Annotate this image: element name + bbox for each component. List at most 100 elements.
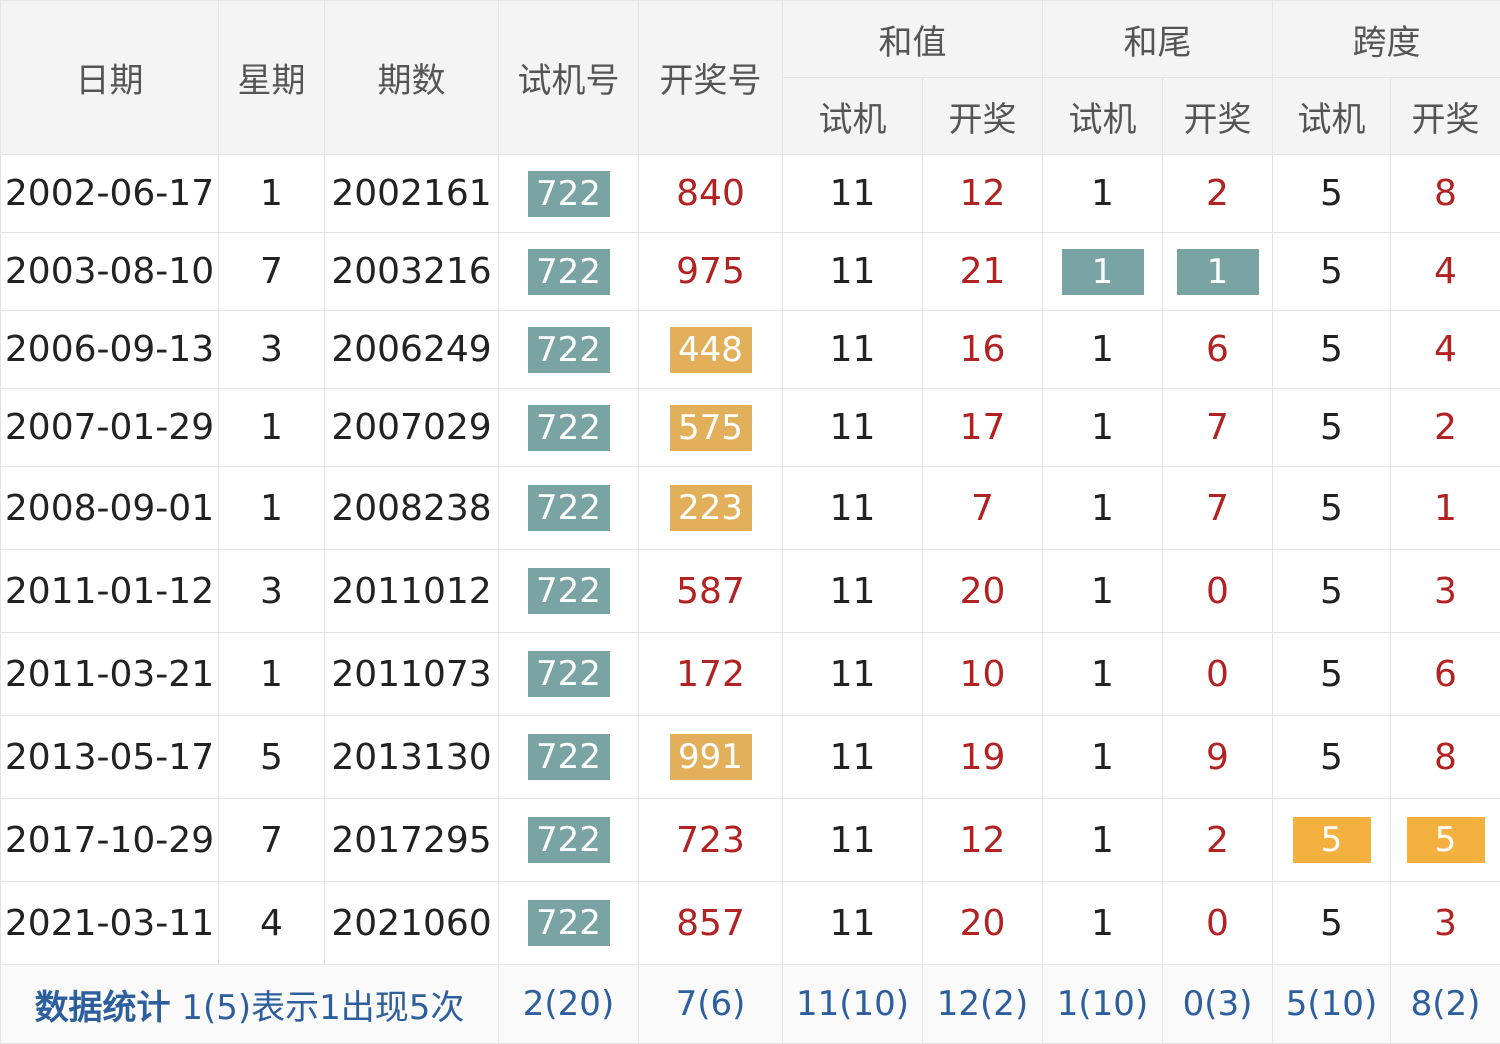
cell-tail-draw: 2: [1162, 798, 1273, 882]
stat-sum-trial: 11(10): [782, 964, 923, 1044]
cell-sum-draw: 17: [922, 388, 1043, 467]
cell-span-trial: 5: [1272, 632, 1391, 716]
cell-trial: 722: [498, 232, 639, 311]
cell-issue: 2006249: [324, 310, 499, 389]
cell-issue: 2013130: [324, 715, 499, 799]
cell-tail-draw: 2: [1162, 154, 1273, 233]
stats-label-cell: 数据统计 1(5)表示1出现5次: [0, 964, 499, 1044]
cell-issue: 2003216: [324, 232, 499, 311]
cell-tail-draw: 7: [1162, 388, 1273, 467]
cell-trial: 722: [498, 310, 639, 389]
cell-draw: 448: [638, 310, 783, 389]
cell-draw: 575: [638, 388, 783, 467]
trial-badge: 722: [527, 651, 610, 697]
trial-badge: 722: [527, 485, 610, 531]
cell-sum-draw: 21: [922, 232, 1043, 311]
table-row: 2017-10-29 7 2017295 722 723 11 12 1 2 5…: [0, 798, 1500, 882]
header-issue: 期数: [324, 0, 499, 155]
cell-sum-draw: 7: [922, 466, 1043, 550]
cell-span-trial: 5: [1272, 881, 1391, 965]
trial-badge: 722: [527, 900, 610, 946]
cell-date: 2021-03-11: [0, 881, 219, 965]
cell-weekday: 7: [218, 232, 325, 311]
cell-issue: 2008238: [324, 466, 499, 550]
table-row: 2011-01-12 3 2011012 722 587 11 20 1 0 5…: [0, 549, 1500, 633]
span-draw-badge: 5: [1406, 817, 1485, 863]
cell-span-trial: 5: [1272, 310, 1391, 389]
cell-sum-trial: 11: [782, 310, 923, 389]
cell-sum-draw: 12: [922, 798, 1043, 882]
table-row: 2006-09-13 3 2006249 722 448 11 16 1 6 5…: [0, 310, 1500, 389]
stat-sum-draw: 12(2): [922, 964, 1043, 1044]
cell-draw: 991: [638, 715, 783, 799]
cell-issue: 2017295: [324, 798, 499, 882]
cell-span-trial: 5: [1272, 154, 1391, 233]
cell-tail-draw: 7: [1162, 466, 1273, 550]
cell-span-draw: 5: [1390, 798, 1500, 882]
cell-trial: 722: [498, 632, 639, 716]
table-row: 2013-05-17 5 2013130 722 991 11 19 1 9 5…: [0, 715, 1500, 799]
cell-trial: 722: [498, 154, 639, 233]
cell-trial: 722: [498, 715, 639, 799]
cell-trial: 722: [498, 549, 639, 633]
cell-date: 2013-05-17: [0, 715, 219, 799]
cell-tail-trial: 1: [1042, 388, 1163, 467]
header-tail-trial: 试机: [1042, 77, 1163, 155]
cell-sum-draw: 20: [922, 549, 1043, 633]
stat-draw: 7(6): [638, 964, 783, 1044]
trial-badge: 722: [527, 248, 610, 295]
cell-tail-trial: 1: [1042, 715, 1163, 799]
cell-weekday: 4: [218, 881, 325, 965]
cell-trial: 722: [498, 388, 639, 467]
header-tail-draw: 开奖: [1162, 77, 1273, 155]
table-row: 2007-01-29 1 2007029 722 575 11 17 1 7 5…: [0, 388, 1500, 467]
header-draw-number: 开奖号: [638, 0, 783, 155]
stat-tail-trial: 1(10): [1042, 964, 1163, 1044]
cell-draw: 172: [638, 632, 783, 716]
trial-badge: 722: [527, 817, 610, 863]
stat-span-trial: 5(10): [1272, 964, 1391, 1044]
stat-span-draw: 8(2): [1390, 964, 1500, 1044]
cell-sum-draw: 20: [922, 881, 1043, 965]
header-sum: 和值: [782, 0, 1043, 78]
table-row: 2008-09-01 1 2008238 722 223 11 7 1 7 5 …: [0, 466, 1500, 550]
cell-tail-draw: 6: [1162, 310, 1273, 389]
stat-trial: 2(20): [498, 964, 639, 1044]
header-sum-tail: 和尾: [1042, 0, 1273, 78]
cell-sum-draw: 10: [922, 632, 1043, 716]
cell-trial: 722: [498, 466, 639, 550]
cell-span-draw: 6: [1390, 632, 1500, 716]
lottery-history-table: 日期 星期 期数 试机号 开奖号 和值 和尾 跨度 试机 开奖 试机 开奖 试机…: [0, 0, 1500, 1044]
cell-span-trial: 5: [1272, 798, 1391, 882]
table-row: 2011-03-21 1 2011073 722 172 11 10 1 0 5…: [0, 632, 1500, 716]
cell-weekday: 1: [218, 388, 325, 467]
cell-span-draw: 4: [1390, 232, 1500, 311]
cell-tail-draw: 0: [1162, 632, 1273, 716]
header-sum-trial: 试机: [782, 77, 923, 155]
cell-tail-trial: 1: [1042, 881, 1163, 965]
cell-sum-draw: 16: [922, 310, 1043, 389]
cell-tail-trial: 1: [1042, 154, 1163, 233]
cell-date: 2007-01-29: [0, 388, 219, 467]
stats-title: 数据统计: [34, 987, 171, 1028]
trial-badge: 722: [527, 170, 610, 217]
cell-issue: 2011012: [324, 549, 499, 633]
cell-weekday: 1: [218, 632, 325, 716]
cell-span-draw: 2: [1390, 388, 1500, 467]
cell-weekday: 1: [218, 466, 325, 550]
cell-weekday: 1: [218, 154, 325, 233]
cell-weekday: 7: [218, 798, 325, 882]
cell-sum-trial: 11: [782, 388, 923, 467]
cell-span-draw: 4: [1390, 310, 1500, 389]
trial-badge: 722: [527, 568, 610, 614]
cell-span-draw: 8: [1390, 154, 1500, 233]
draw-badge: 223: [669, 485, 752, 531]
table-row: 2021-03-11 4 2021060 722 857 11 20 1 0 5…: [0, 881, 1500, 965]
cell-sum-trial: 11: [782, 466, 923, 550]
cell-span-trial: 5: [1272, 232, 1391, 311]
cell-issue: 2021060: [324, 881, 499, 965]
cell-sum-draw: 19: [922, 715, 1043, 799]
cell-span-trial: 5: [1272, 715, 1391, 799]
header-span-draw: 开奖: [1390, 77, 1500, 155]
header-date: 日期: [0, 0, 219, 155]
